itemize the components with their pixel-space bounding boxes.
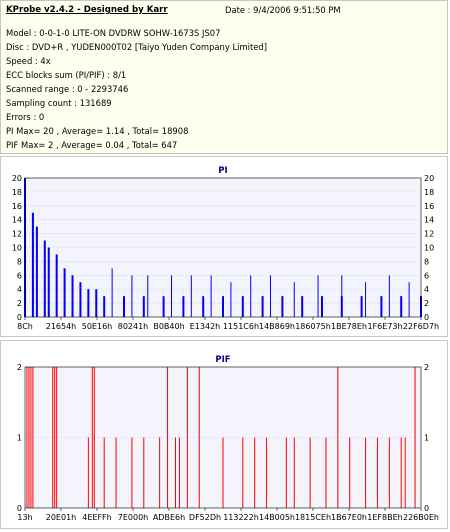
x-tick-label: 20E01h [46, 513, 76, 522]
y-tick-label-right: 8 [424, 257, 429, 266]
y-tick-label-left: 8 [17, 257, 22, 266]
x-tick-label: 1F6E73h [367, 322, 402, 331]
y-tick-label-left: 1 [17, 434, 22, 443]
info-pi-summary: PI Max= 20 , Average= 1.14 , Total= 1890… [6, 126, 189, 136]
x-tick-label: 1EF8BEh [367, 513, 402, 522]
x-tick-label: 21654h [46, 322, 77, 331]
y-tick-label-right: 18 [424, 188, 434, 197]
pif-chart-panel: 0 0 1 1 2 2 PIF 13h 20E01h 4EEFFh 7E000h ADBE6h DF52… [0, 340, 448, 529]
y-tick-label-left: 14 [12, 216, 22, 225]
x-tick-label: 1815CEh [295, 513, 331, 522]
y-tick-label-left: 2 [17, 299, 22, 308]
x-tick-label: 14B005h [259, 513, 295, 522]
x-tick-label: 7E000h [118, 513, 148, 522]
app-title: KProbe v2.4.2 - Designed by Karr [6, 5, 168, 15]
y-tick-label-right: 16 [424, 202, 434, 211]
y-tick-label-left: 0 [17, 313, 22, 322]
x-tick-label: 22F6D7h [403, 322, 439, 331]
y-tick-label-right: 2 [424, 363, 429, 372]
x-tick-label: 186075h [295, 322, 331, 331]
x-tick-label: DF52Dh [189, 513, 221, 522]
x-tick-label: 1B67E0h [331, 513, 367, 522]
x-tick-label: 1151C6h [223, 322, 259, 331]
x-tick-label: E1342h [190, 322, 220, 331]
y-tick-label-right: 10 [424, 244, 434, 253]
info-model: Model : 0-0-1-0 LITE-ON DVDRW SOHW-1673S… [6, 28, 221, 38]
info-scanned-range: Scanned range : 0 - 2293746 [6, 84, 129, 94]
scan-date: Date : 9/4/2006 9:51:50 PM [225, 5, 341, 15]
info-ecc: ECC blocks sum (PI/PIF) : 8/1 [6, 70, 127, 80]
y-tick-label-right: 0 [424, 313, 429, 322]
y-tick-label-right: 6 [424, 271, 429, 280]
info-errors: Errors : 0 [6, 112, 45, 122]
y-tick-label-left: 10 [12, 244, 22, 253]
x-tick-label: 80241h [118, 322, 149, 331]
y-tick-label-left: 6 [17, 271, 22, 280]
y-tick-label-left: 18 [12, 188, 22, 197]
chart-title: PIF [215, 355, 230, 365]
y-tick-label-left: 0 [17, 504, 22, 513]
y-tick-label-right: 1 [424, 434, 429, 443]
x-tick-label: 14B869h [259, 322, 295, 331]
y-tick-label-left: 16 [12, 202, 22, 211]
y-tick-label-left: 4 [17, 285, 22, 294]
chart-title: PI [218, 166, 227, 176]
x-tick-label: 226B0Eh [403, 513, 439, 522]
y-tick-label-right: 12 [424, 230, 434, 239]
info-sampling-count: Sampling count : 131689 [6, 98, 112, 108]
y-tick-label-left: 20 [12, 174, 22, 183]
x-tick-label: ADBE6h [153, 513, 185, 522]
x-tick-label: 4EEFFh [82, 513, 111, 522]
x-tick-label: 50E16h [82, 322, 112, 331]
pi-chart-panel: 0 0 2 2 4 4 6 6 8 8 10 10 12 12 14 14 16 16 18 18 20 20 PI 8Ch 2… [0, 156, 448, 337]
y-tick-label-right: 4 [424, 285, 429, 294]
x-tick-label: 1BE78Eh [331, 322, 367, 331]
info-panel: KProbe v2.4.2 - Designed by Karr Date : … [0, 0, 448, 154]
info-pif-summary: PIF Max= 2 , Average= 0.04 , Total= 647 [6, 140, 178, 150]
x-tick-label: 13h [17, 513, 32, 522]
y-tick-label-right: 0 [424, 504, 429, 513]
pi-chart: 0 0 2 2 4 4 6 6 8 8 10 10 12 12 14 14 16 16 18 18 20 20 PI 8Ch 2… [12, 166, 439, 331]
y-tick-label-right: 20 [424, 174, 434, 183]
x-tick-label: 8Ch [17, 322, 33, 331]
y-tick-label-left: 12 [12, 230, 22, 239]
y-tick-label-left: 2 [17, 363, 22, 372]
info-disc: Disc : DVD+R , YUDEN000T02 [Taiyo Yuden … [6, 42, 267, 52]
x-tick-label: 113222h [223, 513, 259, 522]
y-tick-label-right: 2 [424, 299, 429, 308]
y-tick-label-right: 14 [424, 216, 434, 225]
info-speed: Speed : 4x [6, 56, 51, 66]
x-tick-label: B0B40h [153, 322, 184, 331]
pif-chart: 0 0 1 1 2 2 PIF 13h 20E01h 4EEFFh 7E000h ADBE6h DF52… [17, 355, 439, 522]
